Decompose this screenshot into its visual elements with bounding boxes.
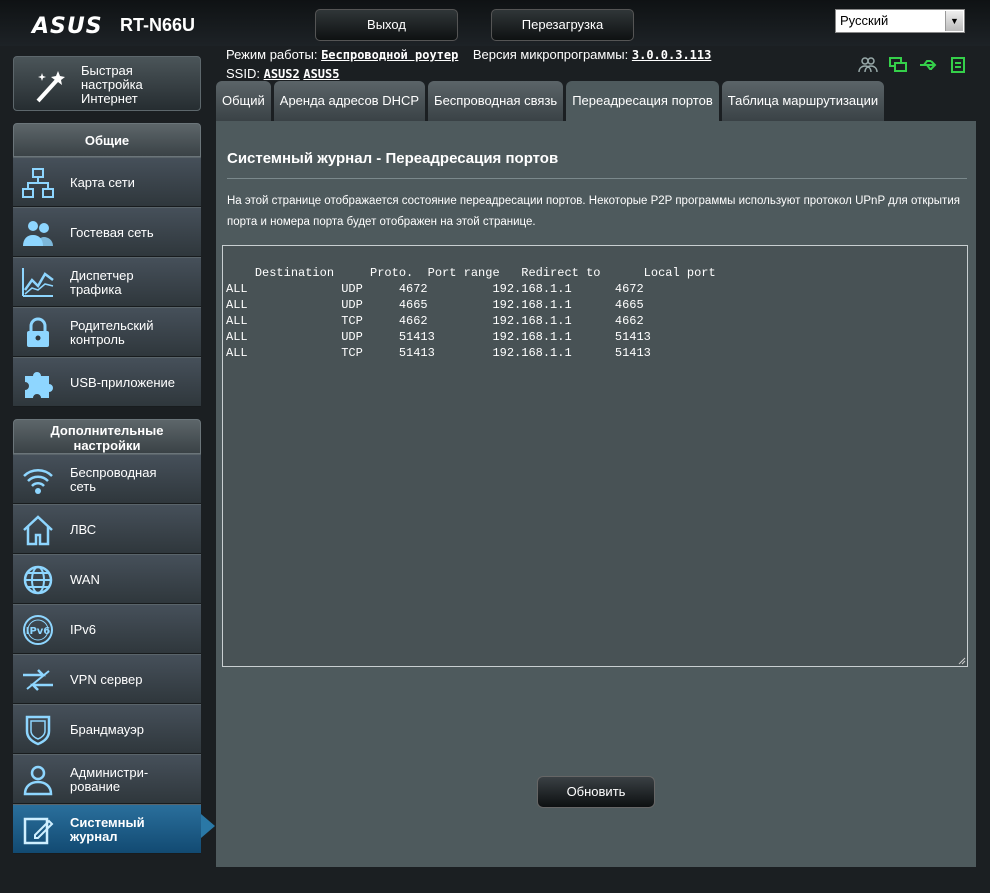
vpn-icon — [23, 669, 53, 691]
menu-label: Родительский контроль — [70, 318, 154, 347]
tab-routing-table[interactable]: Таблица маршрутизации — [721, 81, 885, 121]
firmware-link[interactable]: 3.0.0.3.113 — [632, 48, 711, 62]
usb-icon[interactable] — [918, 56, 938, 74]
menu-item-guest-network[interactable]: Гостевая сеть — [13, 207, 201, 257]
main-panel: Системный журнал - Переадресация портов … — [216, 121, 976, 867]
status-icons — [858, 56, 968, 74]
quick-setup-label: Быстрая настройка Интернет — [81, 63, 143, 106]
menu-label: Гостевая сеть — [70, 225, 154, 240]
wifi-icon — [23, 469, 53, 494]
tab-wireless-log[interactable]: Беспроводная связь — [428, 81, 564, 121]
admin-user-icon — [23, 765, 53, 796]
reboot-button[interactable]: Перезагрузка — [491, 9, 634, 41]
menu-label: Беспроводная сеть — [70, 465, 157, 494]
menu-label: ЛВС — [70, 522, 97, 537]
ssid-line: SSID: ASUS2 ASUS5 — [226, 66, 339, 81]
printer-icon[interactable] — [948, 56, 968, 74]
tab-general[interactable]: Общий — [216, 81, 271, 121]
active-item-pointer — [201, 814, 215, 838]
tab-bar: Общий Аренда адресов DHCP Беспроводная с… — [216, 81, 885, 121]
mode-link[interactable]: Беспроводной роутер — [321, 48, 458, 62]
ssid-link-1[interactable]: ASUS2 — [264, 67, 300, 81]
port-forwarding-log[interactable]: Destination Proto. Port range Redirect t… — [222, 245, 968, 667]
svg-text:IPv6: IPv6 — [26, 626, 51, 637]
menu-label: Диспетчер трафика — [70, 268, 134, 297]
refresh-button[interactable]: Обновить — [537, 776, 655, 808]
menu-item-firewall[interactable]: Брандмауэр — [13, 704, 201, 754]
asus-logo: ASUS — [32, 14, 103, 39]
menu-label: IPv6 — [70, 622, 97, 637]
menu-item-ipv6[interactable]: IPv6 IPv6 — [13, 604, 201, 654]
log-content: Destination Proto. Port range Redirect t… — [226, 266, 716, 360]
page-description: На этой странице отображается состояние … — [227, 195, 960, 228]
guest-network-icon — [23, 221, 53, 246]
puzzle-icon — [25, 372, 53, 398]
menu-item-wireless[interactable]: Беспроводная сеть — [13, 454, 201, 504]
language-select[interactable]: Русский ▼ — [835, 9, 965, 33]
network-status-icon[interactable] — [888, 56, 908, 74]
menu-item-usb-application[interactable]: USB-приложение — [13, 357, 201, 407]
firmware-label: Версия микропрограммы: — [472, 47, 629, 62]
menu-item-traffic-manager[interactable]: Диспетчер трафика — [13, 257, 201, 307]
system-log-icon — [23, 817, 54, 845]
traffic-manager-icon — [22, 268, 54, 297]
ssid-label: SSID: — [226, 66, 260, 81]
menu-item-wan[interactable]: WAN — [13, 554, 201, 604]
chevron-down-icon: ▼ — [945, 11, 963, 31]
tab-port-forwarding[interactable]: Переадресация портов — [566, 81, 719, 121]
shield-icon — [25, 715, 51, 746]
general-section-title: Общие — [13, 123, 201, 157]
menu-item-system-log[interactable]: Системный журнал — [13, 804, 201, 854]
menu-label: Администри- рование — [70, 765, 149, 794]
menu-label: Карта сети — [70, 175, 135, 190]
menu-item-administration[interactable]: Администри- рование — [13, 754, 201, 804]
title-divider — [227, 178, 967, 179]
page-title: Системный журнал - Переадресация портов — [227, 150, 559, 167]
language-value: Русский — [840, 13, 889, 28]
mode-label: Режим работы: — [226, 47, 318, 62]
top-bar: ASUS RT-N66U Выход Перезагрузка Русский … — [0, 0, 990, 46]
ssid-link-2[interactable]: ASUS5 — [303, 67, 339, 81]
advanced-section-title: Дополнительные настройки — [13, 419, 201, 454]
menu-label: Системный журнал — [70, 815, 145, 844]
menu-item-parental-control[interactable]: Родительский контроль — [13, 307, 201, 357]
menu-label: VPN сервер — [70, 672, 143, 687]
menu-item-vpn-server[interactable]: VPN сервер — [13, 654, 201, 704]
logout-button[interactable]: Выход — [315, 9, 458, 41]
tab-dhcp-leases[interactable]: Аренда адресов DHCP — [273, 81, 426, 121]
resize-grip-icon[interactable] — [956, 655, 966, 665]
menu-label: USB-приложение — [70, 375, 176, 390]
clients-icon[interactable] — [858, 56, 878, 74]
quick-internet-setup-button[interactable]: Быстрая настройка Интернет — [13, 56, 201, 111]
network-map-icon — [22, 168, 54, 198]
lock-icon — [27, 317, 49, 347]
menu-label: Брандмауэр — [70, 722, 144, 737]
operation-mode-line: Режим работы: Беспроводной роутер Версия… — [226, 47, 711, 62]
magic-wand-icon — [36, 71, 65, 103]
menu-label: WAN — [70, 572, 100, 587]
home-icon — [23, 515, 53, 546]
globe-icon — [23, 565, 53, 595]
menu-item-lan[interactable]: ЛВС — [13, 504, 201, 554]
menu-item-network-map[interactable]: Карта сети — [13, 157, 201, 207]
router-model: RT-N66U — [120, 15, 196, 35]
ipv6-icon: IPv6 — [23, 615, 53, 645]
